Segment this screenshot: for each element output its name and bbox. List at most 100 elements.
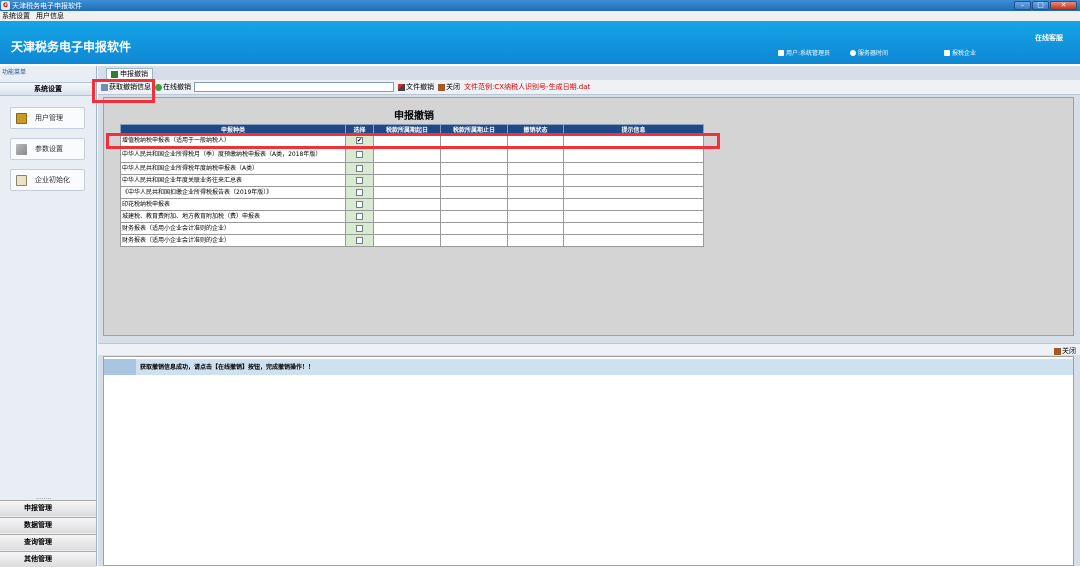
menu-bar: 系统设置 用户信息 [0,11,1080,21]
select-checkbox[interactable] [356,225,363,232]
parameter-settings-button[interactable]: 参数设置 [10,138,85,160]
column-header: 提示信息 [563,124,704,135]
door-icon [1054,347,1061,355]
select-checkbox[interactable] [356,189,363,196]
app-header: 天津税务电子申报软件 在线客服 用户:系统管理员 服务器时间 报税企业 [0,21,1080,64]
period-start-cell [373,222,441,235]
menu-system-settings[interactable]: 系统设置 [2,11,30,21]
select-checkbox[interactable] [356,177,363,184]
pen-icon [398,83,405,91]
panel-title: 申报撤销 [394,111,434,122]
user-card-icon [16,112,27,124]
message-close-label: 关闭 [1062,347,1076,355]
close-window-button[interactable]: ✕ [1050,1,1077,10]
online-icon [155,83,162,91]
select-checkbox[interactable] [356,237,363,244]
select-cell [345,186,374,199]
hint-info-cell [563,234,704,247]
select-cell [345,198,374,211]
select-checkbox[interactable] [356,201,363,208]
nav-query-management[interactable]: 查询管理 [0,534,96,550]
main-area: 申报撤销 获取撤销信息 在线撤销 文件撤销 关闭 文件范例:CX纳税人识别号-生… [98,66,1080,566]
hint-info-cell [563,146,704,163]
period-end-cell [440,174,508,187]
nav-declaration-management[interactable]: 申报管理 [0,500,96,516]
select-cell [345,222,374,235]
minimize-button[interactable]: – [1014,1,1031,10]
hint-info-cell [563,198,704,211]
table-row[interactable]: 中华人民共和国企业所得税月（季）度预缴纳税申报表（A类，2018年版） [120,146,704,163]
cancel-status-cell [507,162,564,175]
declaration-type-cell: 增值税纳税申报表（适用于一般纳税人） [120,134,346,147]
door-icon [438,83,445,91]
select-cell [345,174,374,187]
select-checkbox[interactable] [356,151,363,158]
table-row[interactable]: 增值税纳税申报表（适用于一般纳税人） ✔ [120,134,704,147]
menu-user-info[interactable]: 用户信息 [36,11,64,21]
wrench-icon [16,143,27,155]
function-menu-label: 功能菜单 [2,69,27,76]
declaration-type-cell: 印花税纳税申报表 [120,198,346,211]
cancel-status-cell [507,222,564,235]
parameter-settings-label: 参数设置 [35,145,63,153]
table-header-row: 申报种类 选择 税款所属期起日 税款所属期止日 撤销状态 提示信息 [120,124,704,135]
tab-check-icon [111,70,118,78]
user-management-label: 用户管理 [35,114,63,122]
fetch-cancel-info-button[interactable]: 获取撤销信息 [101,82,151,92]
company-label: 报税企业 [952,50,977,57]
column-header: 撤销状态 [507,124,564,135]
cancel-status-cell [507,146,564,163]
online-cancel-label: 在线撤销 [163,83,191,91]
hint-info-cell [563,162,704,175]
select-checkbox[interactable] [356,213,363,220]
message-close-button[interactable]: 关闭 [1054,346,1076,356]
table-row[interactable]: 城建税、教育费附加、地方教育附加税（费）申报表 [120,210,704,223]
table-row[interactable]: 财务报表（适用小企业会计准则的企业） [120,222,704,235]
clipboard-icon [16,174,27,186]
period-start-cell [373,186,441,199]
cancel-status-cell [507,234,564,247]
title-bar: G 天津税务电子申报软件 – □ ✕ [0,0,1080,11]
toolbar-close-button[interactable]: 关闭 [438,82,460,92]
tab-declaration-cancel[interactable]: 申报撤销 [106,68,153,79]
period-end-cell [440,234,508,247]
period-start-cell [373,162,441,175]
fetch-cancel-info-label: 获取撤销信息 [109,83,151,91]
online-service-link[interactable]: 在线客服 [1035,33,1063,43]
table-row[interactable]: 《中华人民共和国扣缴企业所得税报告表（2019年版）》 [120,186,704,199]
period-start-cell [373,146,441,163]
sidebar-section-system-settings[interactable]: 系统设置 [0,82,96,96]
table-row[interactable]: 中华人民共和国企业年度关联业务往来汇总表 [120,174,704,187]
tab-bar: 申报撤销 [98,66,1080,79]
file-cancel-button[interactable]: 文件撤销 [398,82,434,92]
log-row-gutter [104,359,136,375]
period-end-cell [440,222,508,235]
select-cell [345,162,374,175]
tab-label: 申报撤销 [120,70,148,78]
table-row[interactable]: 印花税纳税申报表 [120,198,704,211]
company-init-button[interactable]: 企业初始化 [10,169,85,191]
period-end-cell [440,210,508,223]
online-cancel-button[interactable]: 在线撤销 [155,82,191,92]
cancel-status-cell [507,210,564,223]
period-start-cell [373,198,441,211]
app-title: 天津税务电子申报软件 [11,40,132,54]
table-row[interactable]: 财务报表（适用小企业会计准则的企业） [120,234,704,247]
hint-info-cell [563,174,704,187]
window-title: 天津税务电子申报软件 [12,1,82,10]
declaration-type-cell: 中华人民共和国企业所得税年度纳税申报表（A类） [120,162,346,175]
cancel-status-cell [507,134,564,147]
user-management-button[interactable]: 用户管理 [10,107,85,129]
select-cell: ✔ [345,134,374,147]
table-row[interactable]: 中华人民共和国企业所得税年度纳税申报表（A类） [120,162,704,175]
file-path-input[interactable] [194,82,394,92]
maximize-button[interactable]: □ [1032,1,1049,10]
log-row: 获取撤销信息成功，请点击【在线撤销】按钮，完成撤销操作！！ [104,359,1073,375]
nav-data-management[interactable]: 数据管理 [0,517,96,533]
nav-other-management[interactable]: 其他管理 [0,551,96,567]
select-checkbox[interactable]: ✔ [356,137,363,144]
select-checkbox[interactable] [356,165,363,172]
clock-icon [850,49,856,56]
column-header: 选择 [345,124,374,135]
period-start-cell [373,210,441,223]
